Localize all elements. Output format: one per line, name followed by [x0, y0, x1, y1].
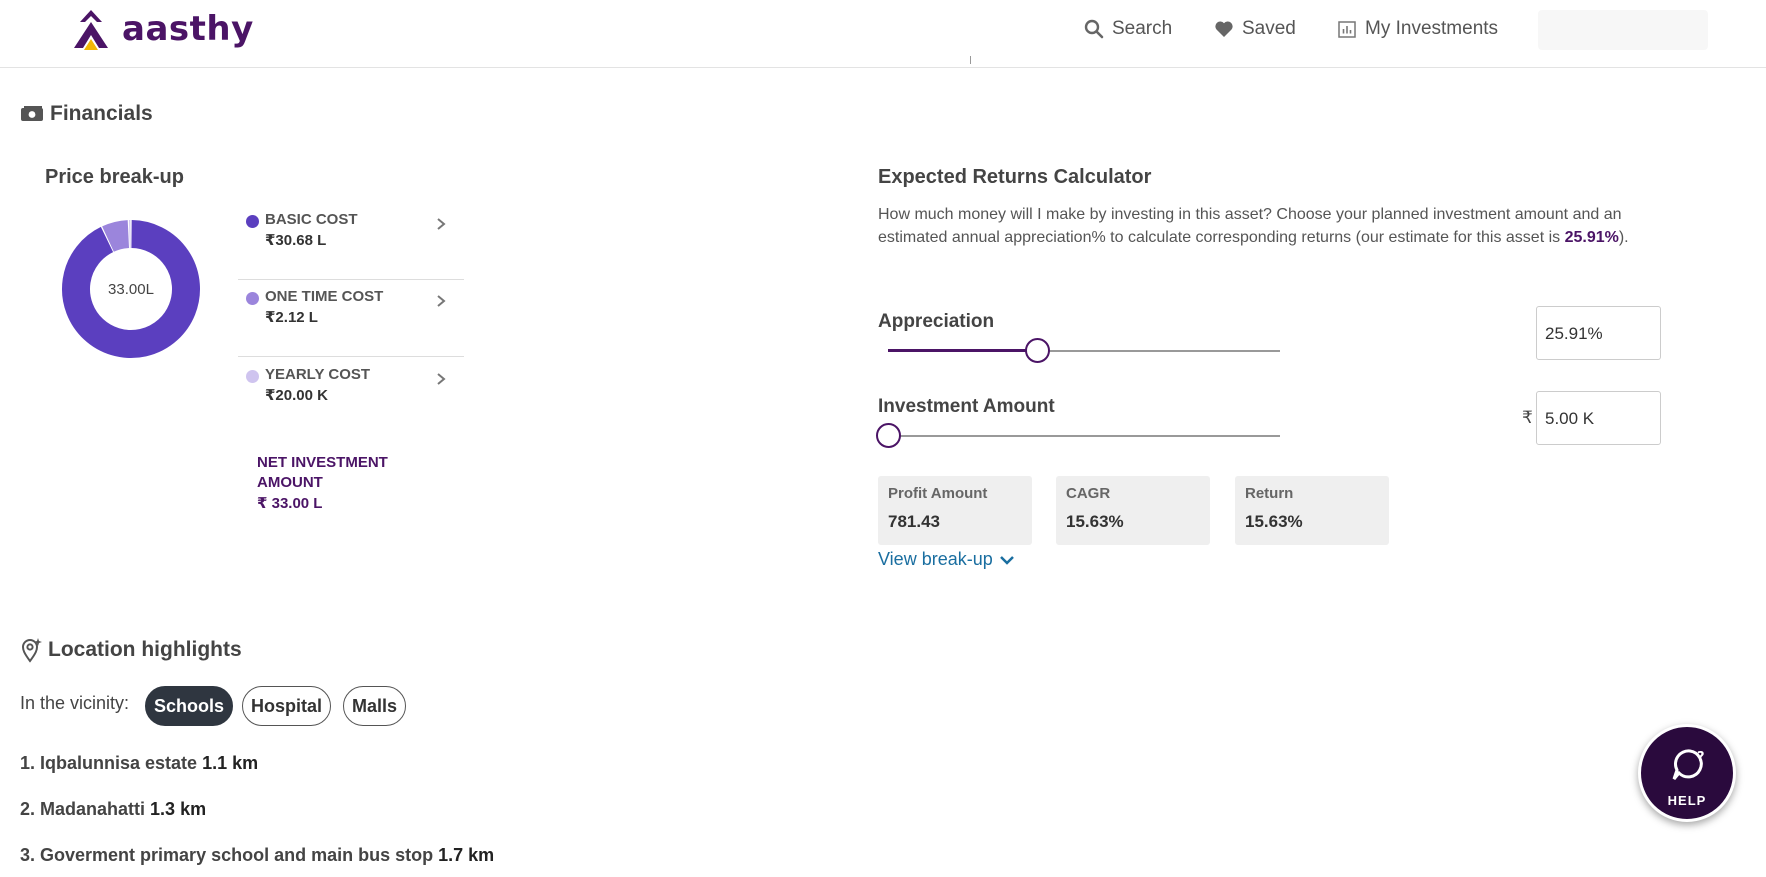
yearly-cost-value: ₹20.00 K [265, 387, 328, 404]
one-time-cost-name: ONE TIME COST [265, 288, 384, 305]
donut-slice-one-time-cost [102, 220, 130, 253]
nav-saved[interactable]: Saved [1214, 18, 1296, 40]
appreciation-slider[interactable] [888, 338, 1280, 363]
profit-amount-label: Profit Amount [888, 485, 988, 502]
returns-calculator-description: How much money will I make by investing … [878, 203, 1678, 249]
appreciation-slider-thumb[interactable] [1024, 338, 1050, 363]
chip-hospital[interactable]: Hospital [242, 686, 332, 726]
financials-title: Financials [50, 102, 153, 125]
location-item: 3. Goverment primary school and main bus… [20, 845, 494, 866]
nav-my-investments[interactable]: My Investments [1337, 18, 1498, 40]
nav-search[interactable]: Search [1084, 18, 1172, 40]
one-time-cost-value: ₹2.12 L [265, 309, 318, 326]
view-breakup-link[interactable]: View break-up [878, 549, 1015, 570]
basic-cost-name: BASIC COST [265, 211, 358, 228]
location-item: 2. Madanahatti 1.3 km [20, 799, 206, 820]
return-card: Return 15.63% [1235, 476, 1389, 545]
cost-row-basic[interactable]: BASIC COST ₹30.68 L [238, 203, 464, 280]
cagr-label: CAGR [1066, 485, 1111, 502]
heart-icon [1215, 21, 1233, 37]
location-item-name: 3. Goverment primary school and main bus… [20, 845, 434, 865]
chat-question-icon: ? [1672, 749, 1705, 780]
return-value: 15.63% [1245, 512, 1303, 531]
net-investment-label: NET INVESTMENT AMOUNT [257, 454, 388, 491]
vicinity-label: In the vicinity: [20, 693, 130, 713]
cost-row-one-time[interactable]: ONE TIME COST ₹2.12 L [238, 280, 464, 357]
help-button[interactable]: ? HELP [1638, 724, 1736, 822]
investment-slider-thumb[interactable] [876, 423, 901, 448]
account-button-placeholder[interactable] [1538, 10, 1708, 50]
donut-center-label: 33.00L [108, 281, 154, 298]
investment-amount-input[interactable]: 5.00 K [1536, 391, 1661, 445]
returns-calculator-title: Expected Returns Calculator [878, 166, 1152, 188]
appreciation-input[interactable]: 25.91% [1536, 306, 1661, 360]
chevron-right-icon [437, 373, 446, 385]
location-pin-icon [21, 638, 42, 663]
help-label: HELP [1667, 793, 1707, 808]
desc-estimate: 25.91% [1564, 229, 1619, 246]
view-breakup-label: View break-up [878, 549, 993, 569]
financials-heading: Financials [20, 102, 153, 126]
chevron-right-icon [437, 295, 446, 307]
chip-malls[interactable]: Malls [343, 686, 407, 726]
one-time-cost-dot [246, 292, 259, 305]
investment-amount-slider[interactable] [876, 423, 1280, 448]
yearly-cost-dot [246, 370, 259, 383]
cost-row-yearly[interactable]: YEARLY COST ₹20.00 K [238, 358, 464, 435]
return-label: Return [1245, 485, 1294, 502]
scroll-peek-divider [970, 56, 974, 64]
chevron-down-icon [999, 555, 1014, 565]
brand-name: aasthy [122, 9, 254, 49]
investment-amount-label: Investment Amount [878, 396, 1055, 417]
money-icon [21, 106, 43, 121]
chip-schools[interactable]: Schools [145, 686, 234, 726]
location-item: 1. Iqbalunnisa estate 1.1 km [20, 753, 258, 774]
price-breakup-title: Price break-up [45, 166, 184, 188]
cagr-card: CAGR 15.63% [1056, 476, 1210, 545]
profit-amount-card: Profit Amount 781.43 [878, 476, 1032, 545]
desc-suffix: ). [1618, 229, 1629, 246]
location-heading: Location highlights [20, 637, 242, 663]
appreciation-slider-fill [888, 349, 1037, 352]
basic-cost-value: ₹30.68 L [265, 232, 327, 249]
search-icon [1084, 19, 1104, 39]
location-item-name: 1. Iqbalunnisa estate [20, 753, 198, 773]
location-item-distance: 1.1 km [202, 753, 259, 773]
yearly-cost-name: YEARLY COST [265, 366, 371, 383]
location-item-name: 2. Madanahatti [20, 799, 146, 819]
location-title: Location highlights [48, 638, 242, 661]
cagr-value: 15.63% [1066, 512, 1124, 531]
location-item-distance: 1.3 km [150, 799, 207, 819]
nav-saved-label: Saved [1242, 18, 1296, 39]
bar-chart-icon [1338, 21, 1356, 38]
net-investment-value: ₹ 33.00 L [257, 495, 323, 512]
profit-amount-value: 781.43 [888, 512, 940, 531]
nav-my-investments-label: My Investments [1365, 18, 1499, 39]
appreciation-label: Appreciation [878, 311, 995, 332]
desc-prefix: How much money will I make by investing … [878, 206, 1622, 246]
aasthy-logo-icon [74, 10, 108, 50]
svg-text:?: ? [1697, 750, 1705, 765]
chevron-right-icon [437, 218, 446, 230]
nav-search-label: Search [1112, 18, 1173, 39]
rupee-symbol: ₹ [1522, 408, 1533, 427]
location-item-distance: 1.7 km [438, 845, 495, 865]
brand-logo[interactable]: aasthy [68, 6, 254, 52]
top-header: aasthy Search Saved My Investments [0, 0, 1766, 68]
basic-cost-dot [246, 215, 259, 228]
